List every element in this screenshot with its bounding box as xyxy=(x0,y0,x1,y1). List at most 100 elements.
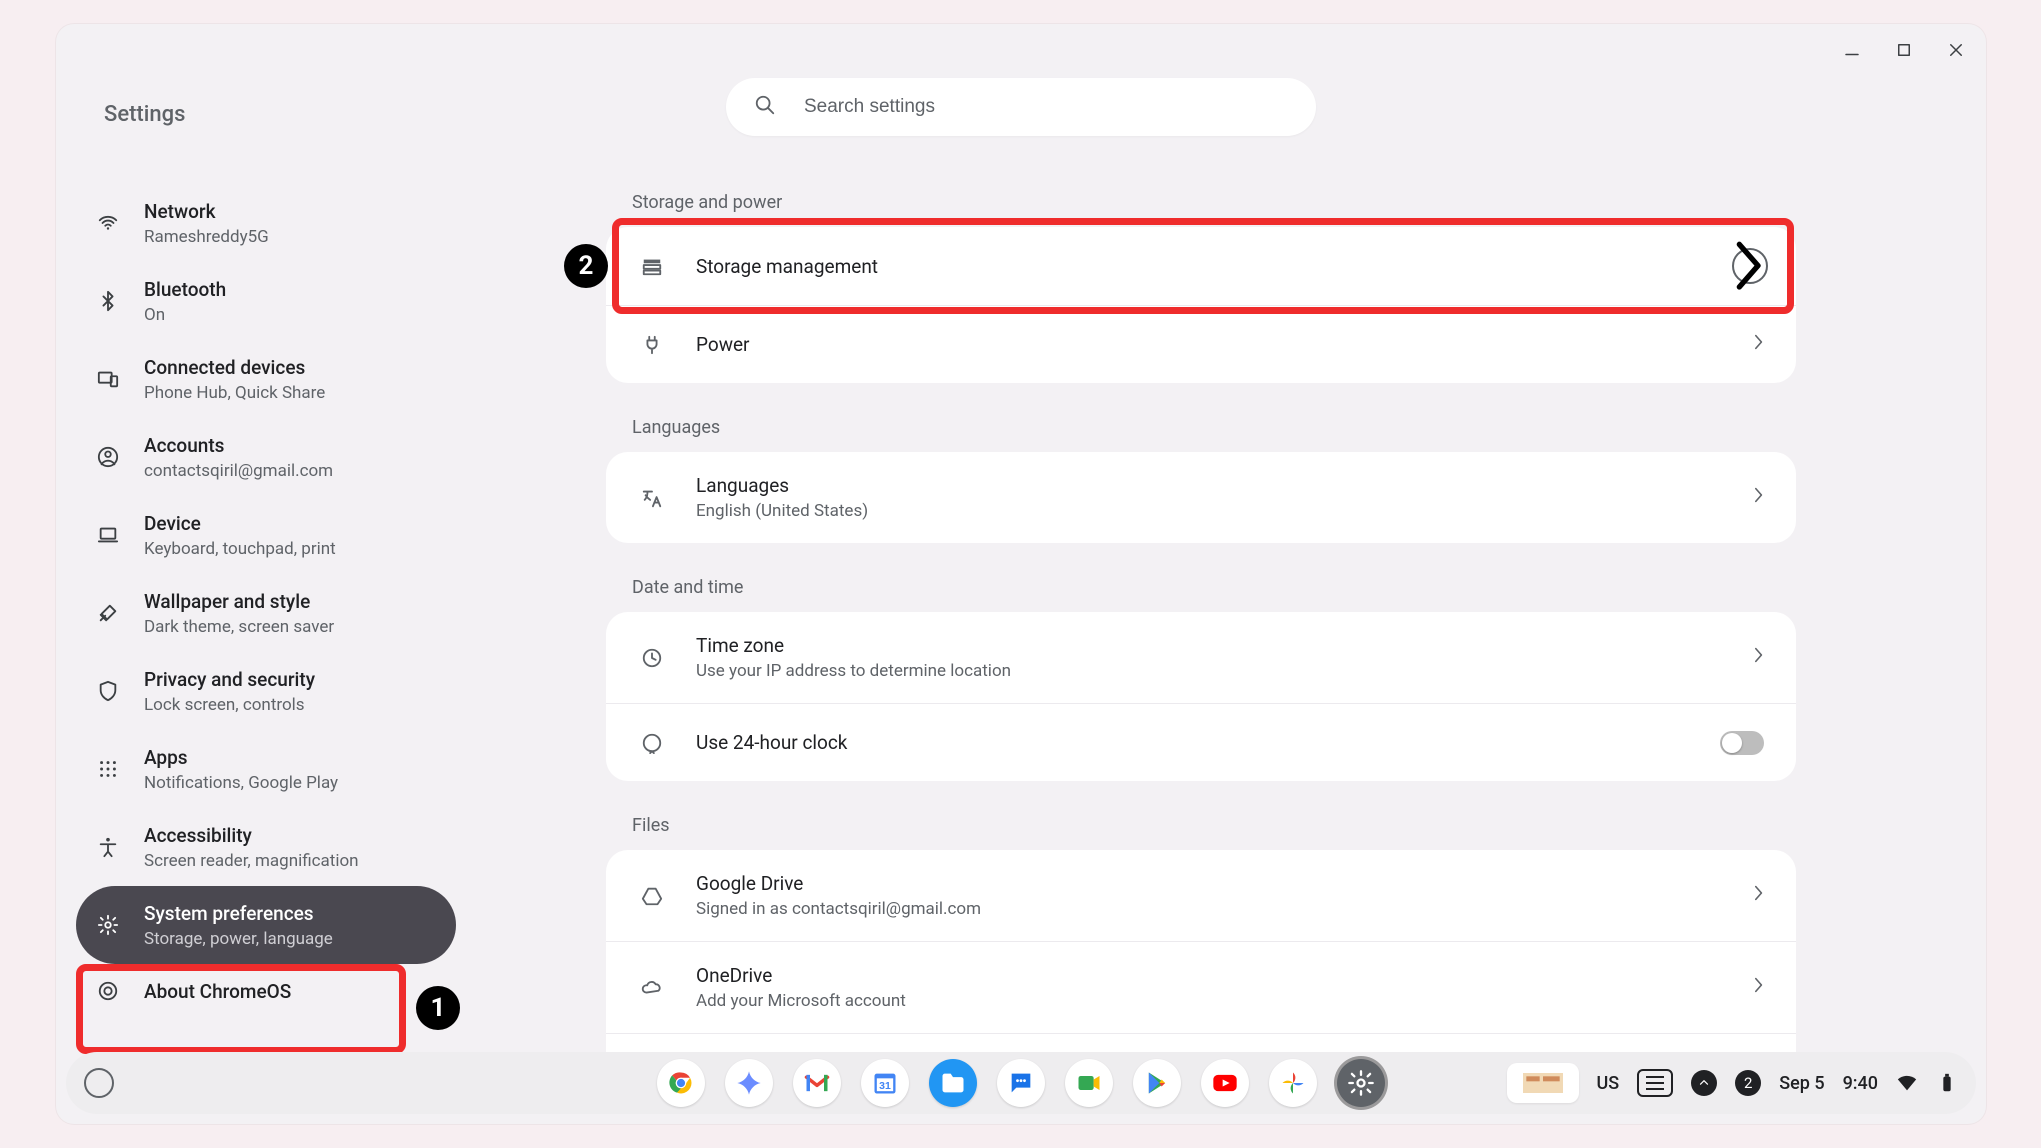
shelf-app-calendar[interactable]: 31 xyxy=(861,1059,909,1107)
sidebar-item-accounts[interactable]: Accounts contactsqiril@gmail.com xyxy=(76,418,456,496)
row-sub: Signed in as contactsqiril@gmail.com xyxy=(696,899,1724,919)
wifi-status-icon[interactable] xyxy=(1896,1072,1918,1094)
sidebar-item-connected-devices[interactable]: Connected devices Phone Hub, Quick Share xyxy=(76,340,456,418)
row-power[interactable]: Power xyxy=(606,305,1796,383)
sidebar-item-label: Apps xyxy=(144,746,338,769)
status-time[interactable]: 9:40 xyxy=(1843,1073,1878,1094)
status-area[interactable]: US 2 Sep 5 9:40 xyxy=(1507,1063,1959,1103)
row-label: Google Drive xyxy=(696,872,1724,895)
sidebar-item-label: Accessibility xyxy=(144,824,359,847)
translate-icon xyxy=(638,484,666,512)
shelf-app-gemini[interactable] xyxy=(725,1059,773,1107)
shelf-app-chrome[interactable] xyxy=(657,1059,705,1107)
ime-indicator[interactable]: US xyxy=(1597,1073,1620,1094)
sidebar-item-apps[interactable]: Apps Notifications, Google Play xyxy=(76,730,456,808)
battery-status-icon[interactable] xyxy=(1936,1072,1958,1094)
sidebar-item-bluetooth[interactable]: Bluetooth On xyxy=(76,262,456,340)
sidebar-item-system-preferences[interactable]: System preferences Storage, power, langu… xyxy=(76,886,456,964)
sidebar-item-label: Bluetooth xyxy=(144,278,226,301)
sidebar-item-sub: contactsqiril@gmail.com xyxy=(144,461,333,481)
virtual-keyboard-button[interactable] xyxy=(1637,1069,1673,1097)
drive-icon xyxy=(638,882,666,910)
account-icon xyxy=(94,443,122,471)
minimize-button[interactable] xyxy=(1840,38,1864,62)
shelf: 31 xyxy=(66,1052,1976,1114)
chrome-logo-icon xyxy=(94,977,122,1005)
onedrive-icon xyxy=(638,974,666,1002)
shelf-app-files[interactable] xyxy=(929,1059,977,1107)
sidebar-item-wallpaper[interactable]: Wallpaper and style Dark theme, screen s… xyxy=(76,574,456,652)
search-input[interactable] xyxy=(804,96,1288,118)
notification-count[interactable]: 2 xyxy=(1735,1070,1761,1096)
sidebar-item-label: Privacy and security xyxy=(144,668,315,691)
shelf-app-settings[interactable] xyxy=(1337,1059,1385,1107)
storage-icon xyxy=(638,252,666,280)
app-title: Settings xyxy=(104,102,185,127)
24h-toggle[interactable] xyxy=(1720,731,1764,755)
wifi-icon xyxy=(94,209,122,237)
row-label: Languages xyxy=(696,474,1724,497)
sidebar-item-sub: Rameshreddy5G xyxy=(144,227,269,247)
row-label: Power xyxy=(696,333,1724,356)
chevron-right-icon xyxy=(1732,248,1768,284)
shelf-app-gmail[interactable] xyxy=(793,1059,841,1107)
maximize-button[interactable] xyxy=(1892,38,1916,62)
launcher-button[interactable] xyxy=(84,1068,114,1098)
gear-icon xyxy=(94,911,122,939)
chevron-right-icon xyxy=(1754,334,1764,355)
row-label: OneDrive xyxy=(696,964,1724,987)
search-icon xyxy=(754,94,776,120)
sidebar-item-sub: On xyxy=(144,305,226,325)
laptop-icon xyxy=(94,521,122,549)
sidebar-item-label: Device xyxy=(144,512,336,535)
sidebar-item-sub: Keyboard, touchpad, print xyxy=(144,539,336,559)
row-24h-clock[interactable]: Use 24-hour clock xyxy=(606,703,1796,781)
holding-space-tray[interactable] xyxy=(1507,1063,1579,1103)
card-storage-power: Storage management Power xyxy=(606,227,1796,383)
sidebar-item-accessibility[interactable]: Accessibility Screen reader, magnificati… xyxy=(76,808,456,886)
sidebar-item-label: Connected devices xyxy=(144,356,325,379)
shelf-app-messages[interactable] xyxy=(997,1059,1045,1107)
sidebar-item-label: Accounts xyxy=(144,434,333,457)
shelf-apps: 31 xyxy=(657,1059,1385,1107)
update-indicator[interactable] xyxy=(1691,1070,1717,1096)
sidebar-item-sub: Notifications, Google Play xyxy=(144,773,338,793)
search-container xyxy=(726,78,1316,136)
sidebar-item-sub: Phone Hub, Quick Share xyxy=(144,383,325,403)
status-date[interactable]: Sep 5 xyxy=(1779,1073,1824,1094)
24h-icon xyxy=(638,729,666,757)
accessibility-icon xyxy=(94,833,122,861)
section-title-languages: Languages xyxy=(632,417,1796,438)
shelf-app-photos[interactable] xyxy=(1269,1059,1317,1107)
chevron-right-icon xyxy=(1754,977,1764,998)
shelf-app-youtube[interactable] xyxy=(1201,1059,1249,1107)
settings-window: Settings Network Rameshreddy5G Bluetooth… xyxy=(56,24,1986,1124)
sidebar-item-sub: Dark theme, screen saver xyxy=(144,617,334,637)
content-area: Storage and power Storage management Pow xyxy=(606,184,1796,1104)
row-sub: English (United States) xyxy=(696,501,1724,521)
close-button[interactable] xyxy=(1944,38,1968,62)
row-label: Use 24-hour clock xyxy=(696,731,1690,754)
row-sub: Use your IP address to determine locatio… xyxy=(696,661,1724,681)
sidebar-item-label: About ChromeOS xyxy=(144,980,291,1003)
sidebar-item-device[interactable]: Device Keyboard, touchpad, print xyxy=(76,496,456,574)
section-title-storage-power: Storage and power xyxy=(632,192,1796,213)
section-title-files: Files xyxy=(632,815,1796,836)
sidebar-item-about[interactable]: About ChromeOS xyxy=(76,964,456,1012)
shelf-app-play-store[interactable] xyxy=(1133,1059,1181,1107)
shelf-app-meet[interactable] xyxy=(1065,1059,1113,1107)
chevron-right-icon xyxy=(1754,487,1764,508)
row-label: Time zone xyxy=(696,634,1724,657)
window-controls xyxy=(1840,38,1968,62)
row-time-zone[interactable]: Time zone Use your IP address to determi… xyxy=(606,612,1796,703)
sidebar-item-sub: Lock screen, controls xyxy=(144,695,315,715)
sidebar-item-label: Network xyxy=(144,200,269,223)
sidebar-item-privacy[interactable]: Privacy and security Lock screen, contro… xyxy=(76,652,456,730)
devices-icon xyxy=(94,365,122,393)
sidebar-item-network[interactable]: Network Rameshreddy5G xyxy=(76,184,456,262)
row-onedrive[interactable]: OneDrive Add your Microsoft account xyxy=(606,941,1796,1033)
sidebar-item-sub: Screen reader, magnification xyxy=(144,851,359,871)
row-google-drive[interactable]: Google Drive Signed in as contactsqiril@… xyxy=(606,850,1796,941)
row-storage-management[interactable]: Storage management xyxy=(606,227,1796,305)
row-languages[interactable]: Languages English (United States) xyxy=(606,452,1796,543)
